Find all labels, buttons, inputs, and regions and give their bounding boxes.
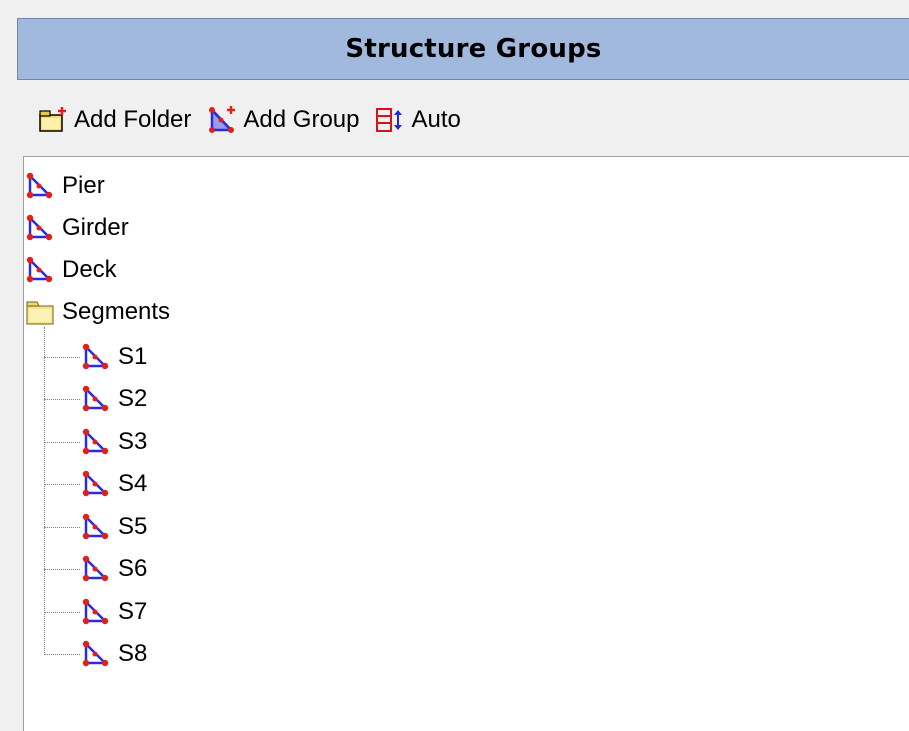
- auto-label: Auto: [411, 106, 461, 133]
- structure-group-icon: [80, 510, 112, 544]
- tree-folder-segments[interactable]: Segments: [24, 292, 170, 332]
- tree-connector: [44, 654, 80, 655]
- tree-connector: [44, 484, 80, 485]
- structure-group-icon: [80, 637, 112, 671]
- structure-group-tree[interactable]: Pier Girder Deck Segments S1 S2 S3 S4 S5…: [23, 156, 909, 731]
- tree-item-deck[interactable]: Deck: [24, 250, 117, 290]
- add-group-button[interactable]: Add Group: [207, 100, 359, 140]
- tree-connector: [44, 612, 80, 613]
- tree-connector: [44, 569, 80, 570]
- structure-group-icon: [80, 382, 112, 416]
- structure-group-icon: [24, 169, 56, 203]
- tree-item-label: S1: [118, 343, 148, 370]
- add-group-label: Add Group: [243, 106, 360, 133]
- tree-item-label: S8: [118, 640, 148, 667]
- add-folder-icon: [38, 105, 68, 135]
- tree-item-label: Deck: [62, 256, 117, 283]
- tree-item-s7[interactable]: S7: [80, 592, 147, 632]
- structure-group-icon: [80, 595, 112, 629]
- tree-item-s8[interactable]: S8: [80, 634, 147, 674]
- structure-group-icon: [24, 253, 56, 287]
- tree-item-s2[interactable]: S2: [80, 379, 147, 419]
- auto-button[interactable]: Auto: [375, 100, 461, 140]
- tree-item-s1[interactable]: S1: [80, 337, 147, 377]
- tree-item-s5[interactable]: S5: [80, 507, 147, 547]
- tree-connector: [44, 442, 80, 443]
- tree-item-label: Pier: [62, 172, 105, 199]
- tree-item-label: S3: [118, 428, 148, 455]
- tree-item-label: S2: [118, 385, 148, 412]
- tree-item-pier[interactable]: Pier: [24, 166, 105, 206]
- add-folder-label: Add Folder: [74, 106, 192, 133]
- tree-item-s4[interactable]: S4: [80, 464, 147, 504]
- panel-title-bar: Structure Groups: [17, 18, 909, 80]
- add-folder-button[interactable]: Add Folder: [38, 100, 191, 140]
- panel-title: Structure Groups: [345, 34, 602, 64]
- tree-item-label: S5: [118, 513, 148, 540]
- auto-sort-icon: [375, 105, 405, 135]
- tree-connector: [44, 399, 80, 400]
- structure-group-icon: [80, 425, 112, 459]
- tree-item-label: S6: [118, 555, 148, 582]
- tree-connector: [44, 357, 80, 358]
- tree-item-label: Segments: [62, 298, 171, 325]
- structure-group-icon: [80, 552, 112, 586]
- tree-item-girder[interactable]: Girder: [24, 208, 129, 248]
- tree-item-s3[interactable]: S3: [80, 422, 147, 462]
- structure-group-icon: [24, 211, 56, 245]
- tree-connector: [44, 527, 80, 528]
- tree-item-label: S7: [118, 598, 148, 625]
- tree-item-label: S4: [118, 470, 148, 497]
- structure-group-icon: [80, 340, 112, 374]
- toolbar: Add Folder Add Group Auto: [38, 100, 477, 140]
- add-group-icon: [207, 105, 237, 135]
- folder-icon: [24, 295, 56, 329]
- tree-item-label: Girder: [62, 214, 129, 241]
- tree-connector-vertical: [44, 327, 45, 655]
- structure-group-icon: [80, 467, 112, 501]
- tree-item-s6[interactable]: S6: [80, 549, 147, 589]
